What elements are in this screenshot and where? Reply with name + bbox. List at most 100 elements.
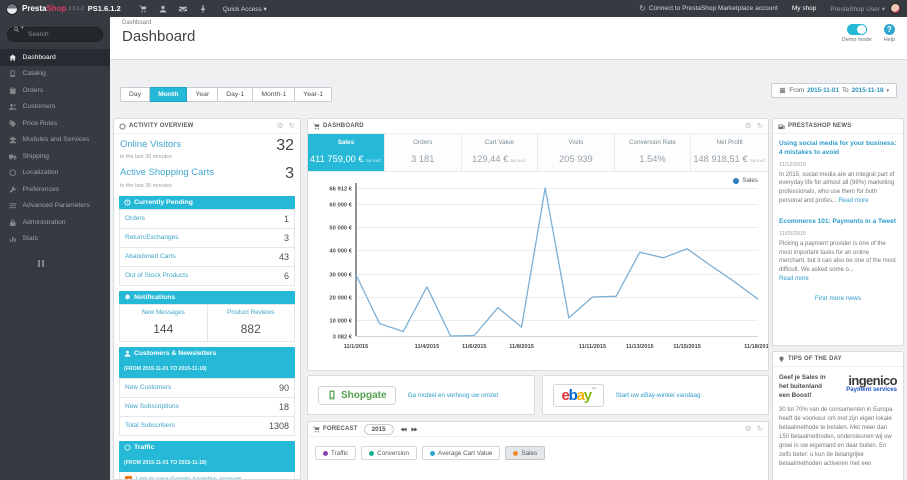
active-carts-subtitle: in the last 30 minutes <box>120 182 172 189</box>
kpi-orders[interactable]: Orders 3 181 <box>385 134 462 171</box>
kpi-label: Visits <box>568 139 584 146</box>
kpi-cart-value[interactable]: Cart Value 129,44 € tax excl. <box>462 134 539 171</box>
previous-year-button[interactable] <box>400 426 407 433</box>
my-shop-link[interactable]: My shop <box>792 5 817 12</box>
ingenico-wordmark: ingenico <box>848 373 897 388</box>
trademark-symbol: ™ <box>590 386 596 393</box>
find-more-news-link[interactable]: Find more news <box>773 290 903 310</box>
online-visitors-link[interactable]: Online Visitors <box>120 139 181 150</box>
prestashop-news-panel: PRESTASHOP NEWS Using social media for y… <box>772 118 904 346</box>
pending-row-out-of-stock[interactable]: Out of Stock Products 6 <box>119 266 295 286</box>
sidebar-item-catalog[interactable]: Catalog <box>0 66 110 83</box>
legend-average-cart-value-button[interactable]: Average Cart Value <box>422 446 501 460</box>
row-label: Out of Stock Products <box>125 272 189 280</box>
prestashop-logo[interactable] <box>6 2 18 15</box>
period-month-1-button[interactable]: Month-1 <box>253 87 296 102</box>
new-subscriptions-row[interactable]: New Subscriptions 18 <box>119 397 295 417</box>
ebay-link[interactable]: Start uw eBay-winkel vandaag <box>616 392 701 399</box>
brand-name[interactable]: PrestaShop <box>22 4 66 13</box>
customers-newsletters-header: Customers & Newsletters (FROM 2015-11-01… <box>119 346 295 378</box>
pending-row-orders[interactable]: Orders 1 <box>119 208 295 229</box>
total-subscribers-row[interactable]: Total Subscribers 1308 <box>119 416 295 436</box>
sidebar-item-localization[interactable]: Localization <box>0 165 110 182</box>
shopgate-card: Shopgate Ga mobiel en verhoog uw omzet <box>307 375 535 415</box>
new-customers-row[interactable]: New Customers 90 <box>119 377 295 398</box>
date-range-picker[interactable]: From 2015-11-01 To 2015-11-18 ▾ <box>771 83 897 98</box>
pending-row-abandoned-carts[interactable]: Abandoned Carts 43 <box>119 247 295 267</box>
active-carts-stat: Active Shopping Carts 3 <box>114 162 300 182</box>
sidebar-item-modules[interactable]: Modules and Services <box>0 132 110 149</box>
gear-icon[interactable]: ⚙ <box>745 425 752 433</box>
sidebar-item-dashboard[interactable]: Dashboard <box>0 49 110 66</box>
next-year-button[interactable] <box>411 426 418 433</box>
refresh-icon[interactable]: ↻ <box>757 122 763 130</box>
legend-sales-button[interactable]: Sales <box>505 446 546 460</box>
legend-traffic-button[interactable]: Traffic <box>315 446 357 460</box>
row-label: Total Subscribers <box>125 422 175 430</box>
sidebar-item-orders[interactable]: Orders <box>0 82 110 99</box>
user-menu[interactable]: PrestaShop User ▾ <box>830 5 885 13</box>
sidebar-item-advanced-parameters[interactable]: Advanced Parameters <box>0 198 110 215</box>
tips-body: 30 tot 70% van de consumenten in Europa … <box>779 407 893 468</box>
shopgate-logo[interactable]: Shopgate <box>318 385 396 405</box>
sidebar-item-preferences[interactable]: Preferences <box>0 181 110 198</box>
user-avatar[interactable] <box>890 3 901 14</box>
marketplace-link[interactable]: ↻ Connect to PrestaShop Marketplace accou… <box>639 4 778 13</box>
row-label: Abandoned Carts <box>125 253 176 261</box>
read-more-link[interactable]: Read more <box>839 198 869 204</box>
shopgate-link[interactable]: Ga mobiel en verhoog uw omzet <box>408 392 499 399</box>
refresh-icon[interactable]: ↻ <box>289 122 295 130</box>
google-analytics-row[interactable]: Link to your Google Analytics account <box>119 471 295 479</box>
kpi-sales[interactable]: Sales 411 759,00 € tax excl. <box>308 134 385 171</box>
kpi-conversion-rate[interactable]: Conversion Rate 1.54% <box>615 134 692 171</box>
breadcrumb[interactable]: Dashboard <box>122 20 151 26</box>
demo-mode-toggle[interactable] <box>846 24 867 35</box>
kpi-net-profit[interactable]: Net Profit 148 918,51 € tax excl. <box>691 134 768 171</box>
article-title-link[interactable]: Using social media for your business: 4 … <box>779 140 897 158</box>
puzzle-icon <box>9 136 16 144</box>
quick-access-menu[interactable]: Quick Access ▾ <box>223 5 267 13</box>
search-scope-caret-icon[interactable]: ▾ <box>21 25 24 31</box>
sidebar-item-stats[interactable]: Stats <box>0 231 110 248</box>
kpi-value: 205 939 <box>559 154 593 164</box>
sidebar-item-administration[interactable]: Administration <box>0 214 110 231</box>
prestashop-admin-dashboard: PrestaShop 1.6.1.2 PS1.6.1.2 Quick Acces… <box>0 0 907 480</box>
customer-icon[interactable] <box>159 5 167 13</box>
sliders-icon <box>9 203 17 209</box>
product-reviews-cell[interactable]: Product Reviews 882 <box>206 304 295 341</box>
new-messages-cell[interactable]: New Messages 144 <box>120 305 207 341</box>
main-content: Dashboard Dashboard Demo mode ? Help Day… <box>110 17 907 480</box>
cart-icon[interactable] <box>139 5 147 13</box>
notifications-table: New Messages 144 Product Reviews 882 <box>119 303 295 342</box>
article-title-link[interactable]: Ecommerce 101: Payments in a Tweet <box>779 218 897 227</box>
active-carts-link[interactable]: Active Shopping Carts <box>120 167 214 178</box>
period-day-1-button[interactable]: Day-1 <box>218 87 254 102</box>
sidebar-item-customers[interactable]: Customers <box>0 99 110 116</box>
svg-text:10 000 €: 10 000 € <box>329 319 352 325</box>
customers-subtitle: (FROM 2015-11-01 TO 2015-11-18) <box>124 365 207 372</box>
svg-text:40 000 €: 40 000 € <box>329 249 352 255</box>
legend-conversion-button[interactable]: Conversion <box>361 446 418 460</box>
row-label: Return/Exchanges <box>125 234 179 242</box>
pin-icon[interactable] <box>199 5 207 13</box>
period-month-button[interactable]: Month <box>150 87 188 102</box>
gear-icon[interactable]: ⚙ <box>277 122 284 130</box>
help-icon[interactable]: ? <box>883 24 895 35</box>
news-article: Ecommerce 101: Payments in a Tweet 11/05… <box>773 212 903 290</box>
ingenico-logo[interactable]: ingenico Payment services <box>846 374 897 400</box>
period-day-button[interactable]: Day <box>120 87 151 102</box>
sidebar-item-label: Preferences <box>22 185 60 193</box>
sidebar-item-shipping[interactable]: Shipping <box>0 148 110 165</box>
read-more-link[interactable]: Read more <box>779 276 809 282</box>
refresh-icon[interactable]: ↻ <box>757 425 763 433</box>
collapse-menu-button[interactable] <box>38 260 110 267</box>
period-year-1-button[interactable]: Year-1 <box>295 87 333 102</box>
messages-icon[interactable] <box>178 5 187 13</box>
sidebar-item-price-rules[interactable]: Price Rules <box>0 115 110 132</box>
sidebar-menu: Dashboard Catalog Orders Customers Price… <box>0 49 110 247</box>
pending-row-returns[interactable]: Return/Exchanges 3 <box>119 228 295 248</box>
gear-icon[interactable]: ⚙ <box>745 122 752 130</box>
ebay-logo[interactable]: ebay™ <box>552 383 604 407</box>
period-year-button[interactable]: Year <box>187 87 219 102</box>
kpi-visits[interactable]: Visits 205 939 <box>538 134 615 171</box>
